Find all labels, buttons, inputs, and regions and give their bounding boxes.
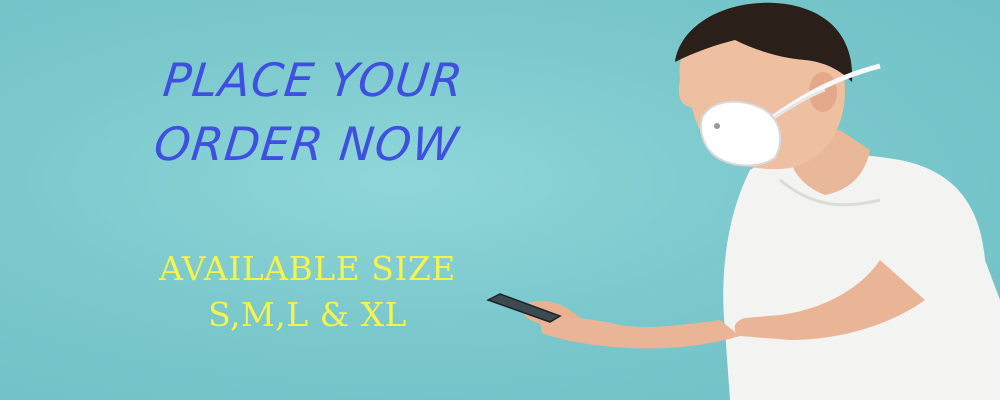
t-shirt [723, 153, 1000, 400]
headline-line-2: ORDER NOW [151, 117, 462, 171]
hand-right [540, 317, 740, 349]
promo-banner: PLACE YOUR ORDER NOW AVAILABLE SIZE S,M,… [0, 0, 1000, 400]
headline-line-1: PLACE YOUR [160, 53, 467, 107]
man-with-mask-photo [486, 2, 1000, 400]
headline: PLACE YOUR ORDER NOW [88, 48, 531, 176]
